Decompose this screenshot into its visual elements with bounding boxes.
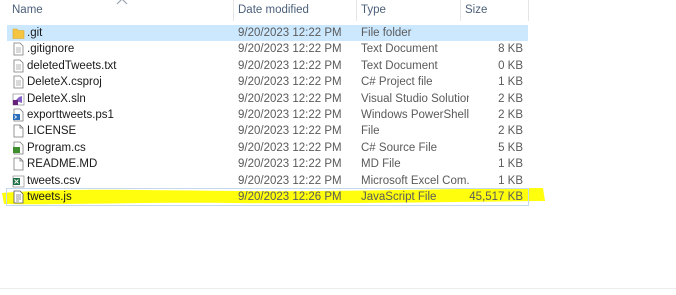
file-date-modified: 9/20/2023 12:22 PM [238,76,342,89]
file-type: File folder [361,27,412,39]
file-name: Program.cs [27,141,86,154]
file-date-modified: 9/20/2023 12:22 PM [238,92,342,105]
file-size: 45,517 KB [469,191,523,203]
file-size: 2 KB [498,125,523,138]
column-header-date[interactable]: Date modified [238,0,353,21]
column-divider[interactable] [356,0,357,21]
file-name: .git [27,27,43,39]
file-name: .gitignore [27,43,75,56]
text-file-icon [12,42,25,56]
file-type: Text Document [361,59,438,72]
file-name: README.MD [27,158,98,171]
file-date-modified: 9/20/2023 12:22 PM [238,27,342,39]
file-date-modified: 9/20/2023 12:22 PM [238,141,342,154]
file-row[interactable]: deletedTweets.txt 9/20/2023 12:22 PM Text … [7,58,528,74]
file-type: Windows PowerShell ... [361,109,469,121]
file-row[interactable]: tweets.csv 9/20/2023 12:22 PM Microsoft Ex… [7,173,528,189]
file-row[interactable]: LICENSE 9/20/2023 12:22 PM File 2 KB [7,123,528,139]
file-row[interactable]: exporttweets.ps1 9/20/2023 12:22 PM Window… [7,107,528,123]
folder-icon [12,26,25,40]
file-name: LICENSE [27,125,77,138]
file-row[interactable]: README.MD 9/20/2023 12:22 PM MD File 1 KB [7,156,528,172]
powershell-icon [12,108,25,122]
excel-file-icon [12,174,25,188]
file-type: Microsoft Excel Com... [361,174,469,187]
file-type: C# Source File [361,141,438,154]
column-header-size[interactable]: Size [465,0,525,21]
file-size: 8 KB [498,43,523,56]
project-file-icon [12,75,25,89]
file-date-modified: 9/20/2023 12:22 PM [238,158,342,171]
javascript-file-icon [12,190,25,204]
csharp-file-icon [12,141,25,155]
file-row[interactable]: .git 9/20/2023 12:22 PM File folder [7,25,528,41]
column-header-bar: Name Date modified Type Size [0,0,676,21]
generic-file-icon [12,157,25,171]
file-row[interactable]: tweets.js 9/20/2023 12:26 PM JavaScript Fi… [6,188,529,206]
file-type: C# Project file [361,76,433,89]
file-date-modified: 9/20/2023 12:22 PM [238,174,342,187]
file-date-modified: 9/20/2023 12:22 PM [238,43,342,56]
column-divider[interactable] [233,0,234,21]
column-header-type[interactable]: Type [361,0,456,21]
column-header-name[interactable]: Name [12,0,222,21]
file-row[interactable]: .gitignore 9/20/2023 12:22 PM Text Documen… [7,41,528,57]
file-name: tweets.js [27,191,72,203]
file-name: DeleteX.csproj [27,76,102,89]
file-type: MD File [361,158,401,171]
file-date-modified: 9/20/2023 12:22 PM [238,125,342,138]
file-row[interactable]: Program.cs 9/20/2023 12:22 PM C# Source Fi… [7,140,528,156]
file-type: Visual Studio Solution [361,92,469,105]
divider [0,288,676,289]
file-name: exporttweets.ps1 [27,109,114,121]
file-size: 0 KB [498,59,523,72]
file-row[interactable]: DeleteX.sln 9/20/2023 12:22 PM Visual Stud… [7,91,528,107]
file-type: JavaScript File [361,191,437,203]
file-size: 5 KB [498,141,523,154]
file-date-modified: 9/20/2023 12:22 PM [238,59,342,72]
file-date-modified: 9/20/2023 12:22 PM [238,109,342,121]
file-type: File [361,125,380,138]
generic-file-icon [12,124,25,138]
file-size: 1 KB [498,76,523,89]
visual-studio-icon [12,92,25,106]
file-date-modified: 9/20/2023 12:26 PM [238,191,342,203]
column-divider[interactable] [460,0,461,21]
column-divider[interactable] [528,0,529,21]
file-size: 1 KB [498,158,523,171]
file-type: Text Document [361,43,438,56]
file-size [463,25,523,41]
file-name: DeleteX.sln [27,92,86,105]
file-name: tweets.csv [27,174,81,187]
file-size: 1 KB [498,174,523,187]
file-size: 2 KB [498,92,523,105]
file-row[interactable]: DeleteX.csproj 9/20/2023 12:22 PM C# Proje… [7,74,528,90]
text-file-icon [12,59,25,73]
file-name: deletedTweets.txt [27,59,117,72]
file-size: 2 KB [498,109,523,121]
